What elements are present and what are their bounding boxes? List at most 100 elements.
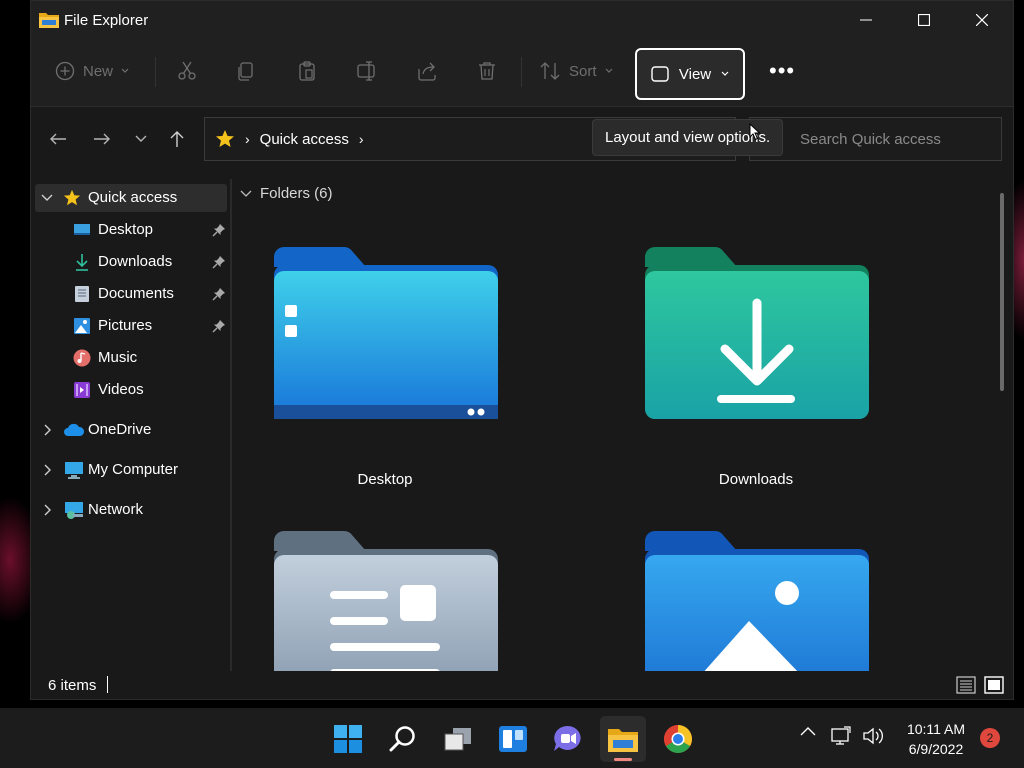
item-count: 6 items (48, 677, 97, 694)
view-button[interactable]: View (635, 48, 745, 100)
volume-button[interactable] (860, 726, 886, 746)
task-view-button[interactable] (435, 716, 481, 762)
chrome-button[interactable] (655, 716, 701, 762)
sort-button[interactable]: Sort (539, 51, 613, 91)
notification-badge[interactable]: 2 (980, 728, 1000, 748)
details-view-button[interactable] (955, 675, 977, 695)
sidebar-item-downloads[interactable]: Downloads (35, 248, 227, 276)
chevron-right-icon[interactable] (43, 504, 53, 516)
copy-button[interactable] (237, 51, 257, 91)
breadcrumb-chevron[interactable]: › (245, 131, 250, 147)
chevron-right-icon[interactable] (43, 424, 53, 436)
chevron-right-icon[interactable] (43, 464, 53, 476)
breadcrumb-chevron[interactable]: › (359, 131, 364, 147)
plus-circle-icon (55, 61, 75, 81)
folders-group-header[interactable]: Folders (6) (240, 185, 333, 202)
arrow-right-icon (94, 133, 110, 145)
chevron-up-icon (800, 727, 816, 736)
sidebar-item-videos[interactable]: Videos (35, 376, 227, 404)
details-view-icon (956, 676, 976, 694)
search-box[interactable] (749, 117, 1002, 161)
desktop-icon (74, 224, 90, 235)
file-explorer-icon (39, 13, 59, 28)
music-icon (73, 349, 91, 367)
search-input[interactable] (800, 130, 990, 148)
back-button[interactable] (43, 121, 73, 157)
windows-start-icon (334, 725, 362, 753)
onedrive-icon (64, 423, 85, 436)
file-explorer-taskbar-button[interactable] (600, 716, 646, 762)
up-button[interactable] (162, 121, 192, 157)
status-bar: 6 items (31, 671, 1013, 701)
sidebar-item-documents[interactable]: Documents (35, 280, 227, 308)
sidebar-label: Desktop (98, 221, 154, 238)
sidebar-item-desktop[interactable]: Desktop (35, 216, 227, 244)
delete-icon (479, 62, 495, 80)
cut-button[interactable] (177, 51, 197, 91)
desktop-folder-icon (274, 247, 498, 419)
sidebar-item-pictures[interactable]: Pictures (35, 312, 227, 340)
folder-tile-documents[interactable] (270, 525, 500, 671)
paste-button[interactable] (297, 51, 317, 91)
sidebar-item-music[interactable]: Music (35, 344, 227, 372)
new-button[interactable]: New (55, 51, 129, 91)
clock[interactable]: 10:11 AM 6/9/2022 (898, 719, 974, 759)
show-hidden-icons-button[interactable] (796, 726, 820, 736)
recent-locations-button[interactable] (126, 121, 156, 157)
folder-tile-desktop[interactable] (270, 241, 500, 431)
chevron-down-icon (121, 68, 129, 73)
forward-button[interactable] (87, 121, 117, 157)
volume-icon (863, 727, 883, 745)
rename-button[interactable] (357, 51, 379, 91)
share-button[interactable] (417, 51, 437, 91)
title-bar: File Explorer (31, 1, 1013, 39)
sort-label: Sort (569, 62, 597, 80)
chevron-down-icon (240, 190, 252, 197)
chat-icon (554, 725, 581, 751)
folder-label-desktop: Desktop (357, 471, 413, 488)
chevron-down-icon[interactable] (41, 193, 53, 203)
pin-icon[interactable] (212, 287, 226, 301)
folder-tile-downloads[interactable] (641, 241, 871, 431)
widgets-button[interactable] (490, 716, 536, 762)
sidebar-item-my-computer[interactable]: My Computer (35, 456, 227, 484)
chevron-down-icon (135, 135, 147, 142)
pin-icon[interactable] (212, 255, 226, 269)
delete-button[interactable] (477, 51, 497, 91)
minimize-button[interactable] (837, 1, 895, 39)
breadcrumb-quick-access[interactable]: Quick access (260, 131, 349, 148)
start-button[interactable] (325, 716, 371, 762)
toolbar-separator (155, 57, 156, 87)
sidebar-label: Pictures (98, 317, 153, 334)
maximize-button[interactable] (895, 1, 953, 39)
file-explorer-icon (608, 729, 638, 752)
taskbar: 10:11 AM 6/9/2022 2 (0, 708, 1024, 768)
sidebar-label: My Computer (88, 461, 179, 478)
more-icon: ••• (769, 58, 796, 83)
pin-icon[interactable] (212, 319, 226, 333)
network-icon (65, 502, 83, 519)
sidebar-item-network[interactable]: Network (35, 496, 227, 524)
chat-button[interactable] (545, 716, 591, 762)
status-separator (107, 676, 108, 693)
task-view-icon (444, 728, 471, 751)
folder-tile-pictures[interactable] (641, 525, 871, 671)
network-status-button[interactable] (830, 726, 854, 746)
taskbar-search-button[interactable] (380, 716, 426, 762)
computer-icon (65, 462, 83, 479)
vertical-scrollbar[interactable] (1000, 193, 1004, 391)
pin-icon[interactable] (212, 223, 226, 237)
rename-icon (357, 61, 375, 81)
more-options-button[interactable]: ••• (769, 51, 795, 91)
large-icons-view-button[interactable] (983, 675, 1005, 695)
active-app-indicator (614, 758, 632, 761)
pane-divider[interactable] (230, 179, 232, 671)
chrome-icon (664, 725, 692, 753)
chevron-down-icon (721, 71, 729, 76)
sidebar-item-onedrive[interactable]: OneDrive (35, 416, 227, 444)
sort-icon (540, 62, 560, 80)
chevron-down-icon (605, 68, 612, 73)
search-icon (389, 726, 415, 752)
sidebar-item-quick-access[interactable]: Quick access (35, 184, 227, 212)
close-button[interactable] (953, 1, 1011, 39)
